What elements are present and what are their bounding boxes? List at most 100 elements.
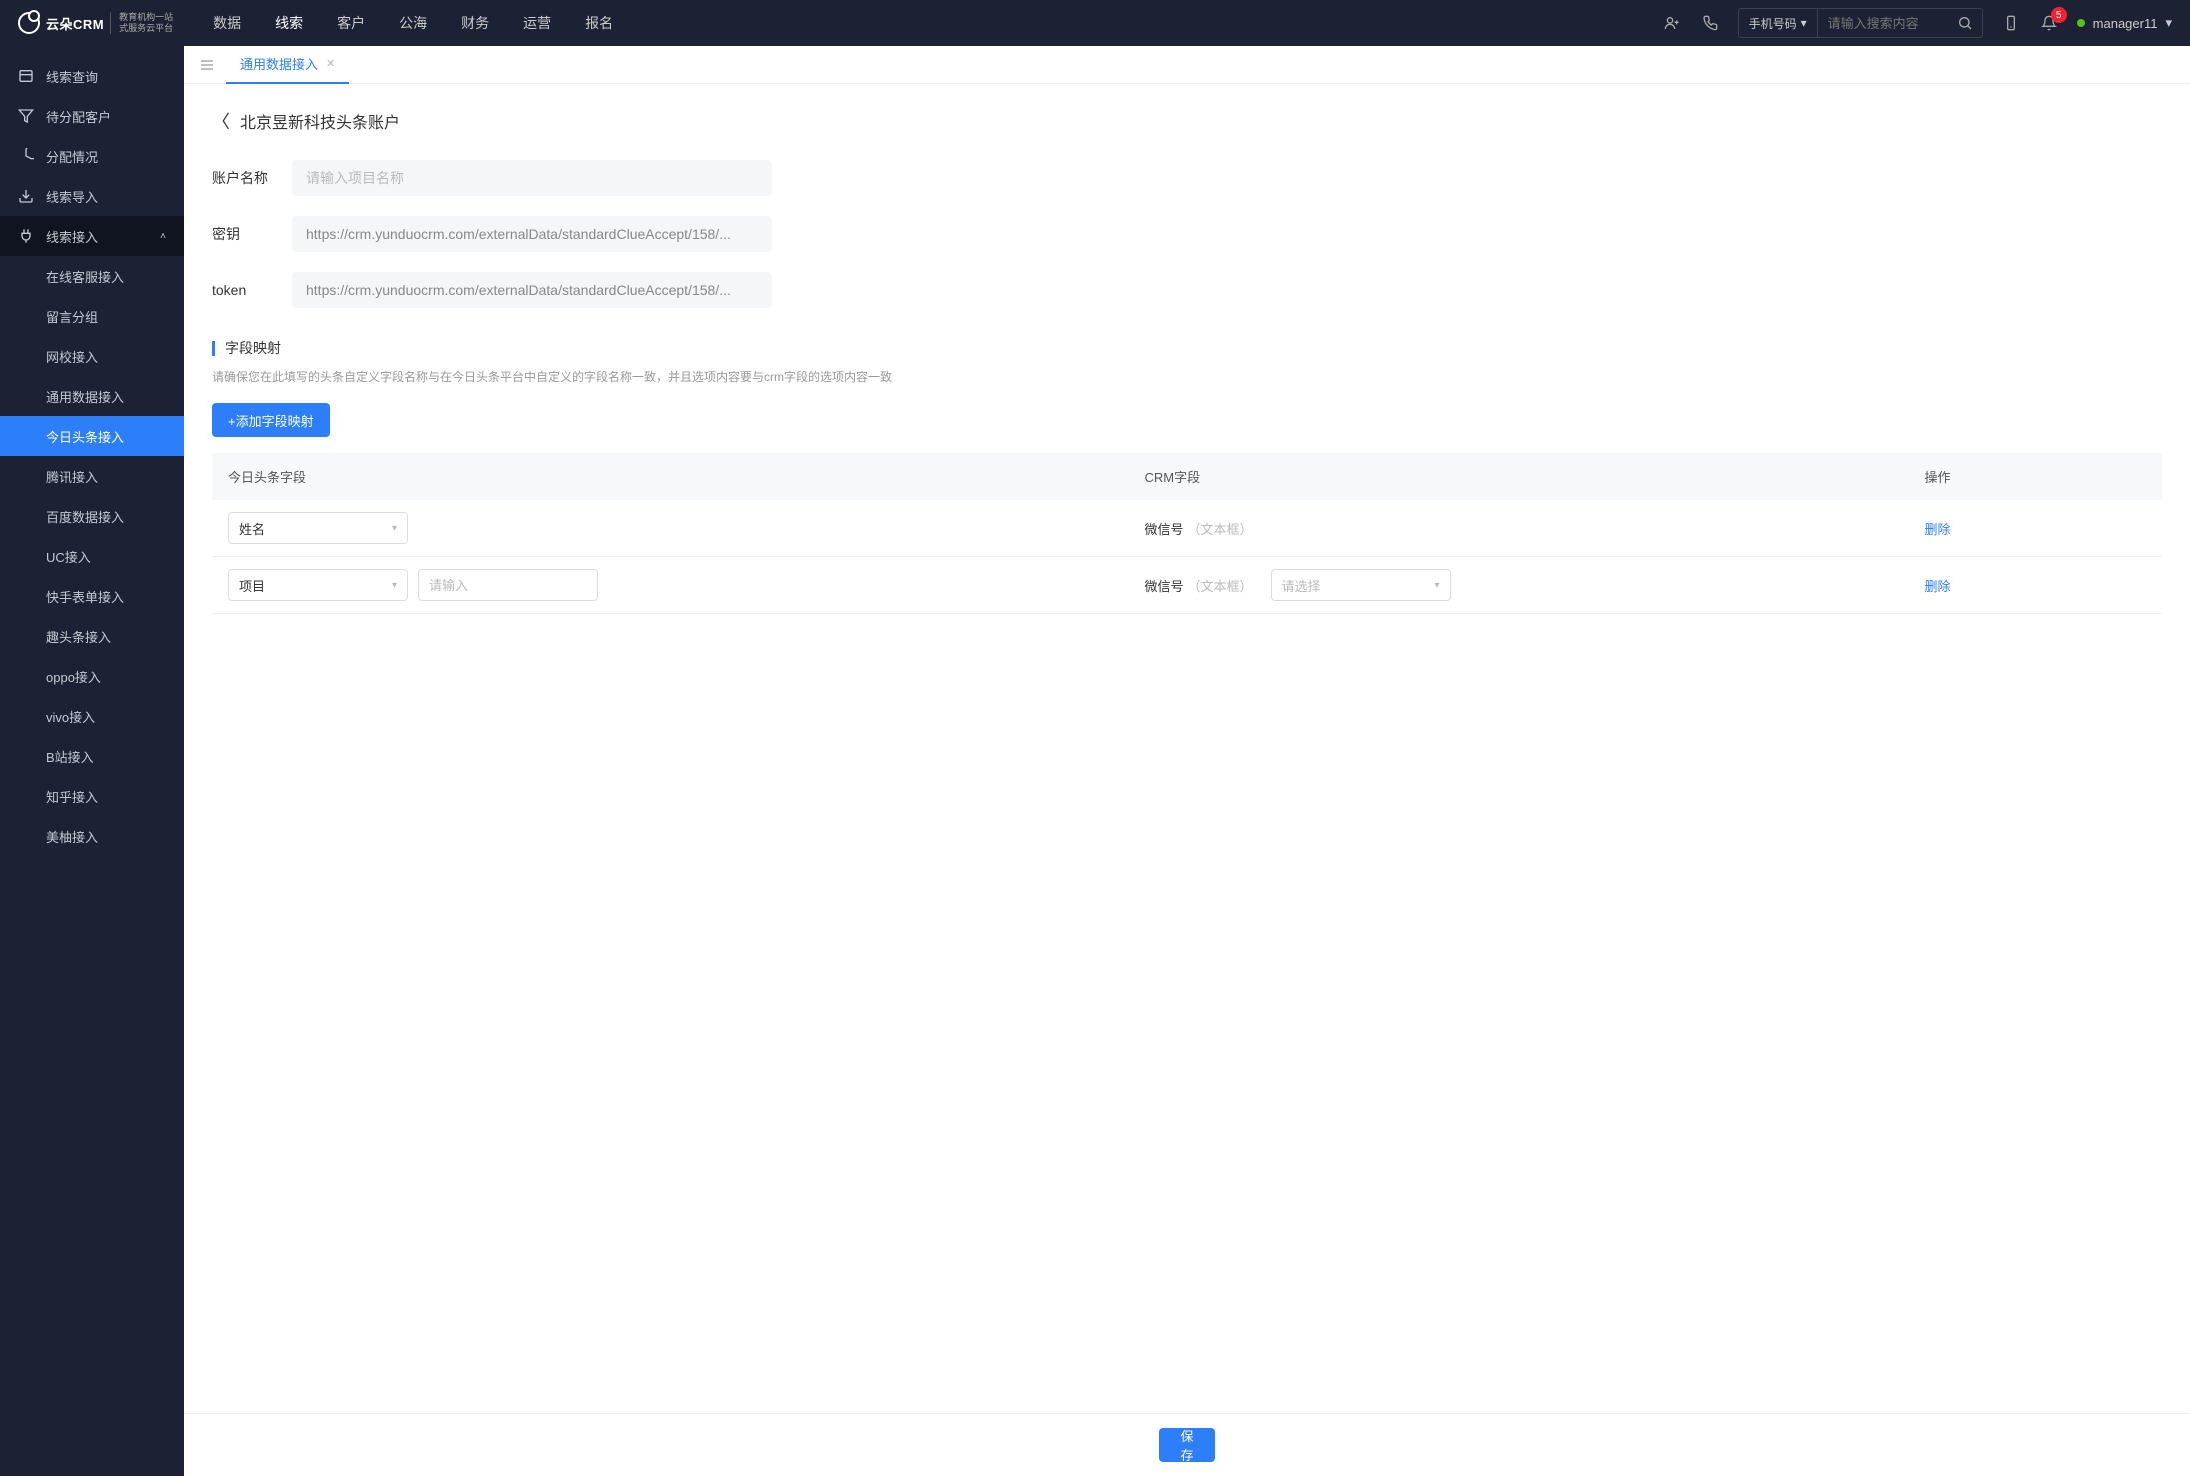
crm-field-type: （文本框） xyxy=(1188,519,1253,538)
sidebar-subitem[interactable]: 趣头条接入 xyxy=(0,616,184,656)
sidebar-item[interactable]: 线索查询 xyxy=(0,56,184,96)
search-input[interactable] xyxy=(1818,16,1948,31)
sidebar-subitem[interactable]: 今日头条接入 xyxy=(0,416,184,456)
topnav-item[interactable]: 客户 xyxy=(337,13,365,33)
search-type-label: 手机号码 xyxy=(1749,15,1797,32)
label-token: token xyxy=(212,282,292,298)
chevron-down-icon: ▾ xyxy=(392,580,397,591)
logo-icon xyxy=(18,12,40,34)
section-title-text: 字段映射 xyxy=(225,338,281,358)
bell-icon[interactable]: 5 xyxy=(2039,13,2059,33)
sidebar-subitem[interactable]: 知乎接入 xyxy=(0,776,184,816)
user-menu[interactable]: manager11 ▾ xyxy=(2077,15,2172,31)
sidebar-item[interactable]: 分配情况 xyxy=(0,136,184,176)
chevron-down-icon: ▾ xyxy=(1801,16,1807,30)
sidebar-subitem[interactable]: 网校接入 xyxy=(0,336,184,376)
sidebar-subitem[interactable]: B站接入 xyxy=(0,736,184,776)
tab-general-data[interactable]: 通用数据接入 ✕ xyxy=(226,46,349,84)
sidebar-subitem[interactable]: vivo接入 xyxy=(0,696,184,736)
footer: 保存 xyxy=(184,1413,2190,1476)
mobile-icon[interactable] xyxy=(2001,13,2021,33)
chevron-down-icon: ▾ xyxy=(1435,580,1440,591)
delete-link[interactable]: 删除 xyxy=(1925,522,1951,537)
notif-badge: 5 xyxy=(2051,7,2067,23)
logo: 云朵CRM 教育机构一站 式服务云平台 xyxy=(18,12,173,34)
sidebar-subitem[interactable]: 腾讯接入 xyxy=(0,456,184,496)
label-secret: 密钥 xyxy=(212,224,292,244)
toutiao-field-select[interactable]: 项目 ▾ xyxy=(228,569,408,601)
app-header: 云朵CRM 教育机构一站 式服务云平台 数据 线索 客户 公海 财务 运营 报名 手机号码 … xyxy=(0,0,2190,46)
tab-label: 通用数据接入 xyxy=(240,54,318,73)
top-nav: 数据 线索 客户 公海 财务 运营 报名 xyxy=(213,13,613,33)
logo-subtitle: 教育机构一站 式服务云平台 xyxy=(110,12,173,34)
pie-icon xyxy=(18,148,34,164)
topnav-item[interactable]: 线索 xyxy=(275,13,303,33)
chevron-up-icon: ˄ xyxy=(160,231,166,242)
username: manager11 xyxy=(2093,16,2158,31)
sidebar-subitem[interactable]: 美柚接入 xyxy=(0,816,184,856)
sidebar-item[interactable]: 待分配客户 xyxy=(0,96,184,136)
main-area: 通用数据接入 ✕ 〈 北京昱新科技头条账户 账户名称 密钥 xyxy=(184,46,2190,1476)
delete-link[interactable]: 删除 xyxy=(1925,579,1951,594)
input-token[interactable] xyxy=(292,272,772,308)
sidebar-item[interactable]: 线索接入 ˄ xyxy=(0,216,184,256)
status-dot xyxy=(2077,19,2085,27)
topnav-item[interactable]: 财务 xyxy=(461,13,489,33)
add-field-mapping-button[interactable]: +添加字段映射 xyxy=(212,403,330,437)
crm-field-name: 微信号 xyxy=(1145,519,1184,538)
sidebar-item-label: 线索接入 xyxy=(46,227,98,246)
sidebar-subitem[interactable]: 通用数据接入 xyxy=(0,376,184,416)
sidebar-item[interactable]: 线索导入 xyxy=(0,176,184,216)
table-row: 姓名 ▾ 微信号 （文本框） 删 xyxy=(212,500,2162,557)
input-account-name[interactable] xyxy=(292,160,772,196)
sidebar-subitem[interactable]: 在线客服接入 xyxy=(0,256,184,296)
logo-text: 云朵CRM xyxy=(46,14,104,33)
topnav-item[interactable]: 数据 xyxy=(213,13,241,33)
toutiao-extra-input[interactable] xyxy=(418,569,598,601)
back-button[interactable]: 〈 xyxy=(212,108,230,134)
select-placeholder: 请选择 xyxy=(1282,576,1321,595)
sidebar-subitem[interactable]: oppo接入 xyxy=(0,656,184,696)
table-row: 项目 ▾ 微信号 xyxy=(212,557,2162,614)
col-action: 操作 xyxy=(1909,453,2163,500)
tab-menu-icon[interactable] xyxy=(196,54,218,76)
section-desc: 请确保您在此填写的头条自定义字段名称与在今日头条平台中自定义的字段名称一致，并且… xyxy=(212,368,2162,385)
crm-field-select[interactable]: 请选择 ▾ xyxy=(1271,569,1451,601)
chevron-down-icon: ▾ xyxy=(2165,15,2172,31)
select-value: 项目 xyxy=(239,576,265,595)
toutiao-field-select[interactable]: 姓名 ▾ xyxy=(228,512,408,544)
select-value: 姓名 xyxy=(239,519,265,538)
sidebar-item-label: 线索查询 xyxy=(46,67,98,86)
col-crm-field: CRM字段 xyxy=(1129,453,1909,500)
topnav-item[interactable]: 运营 xyxy=(523,13,551,33)
sidebar-item-label: 分配情况 xyxy=(46,147,98,166)
plug-icon xyxy=(18,228,34,244)
search-type-select[interactable]: 手机号码 ▾ xyxy=(1739,9,1818,37)
crm-field-name: 微信号 xyxy=(1145,576,1184,595)
topnav-item[interactable]: 公海 xyxy=(399,13,427,33)
close-icon[interactable]: ✕ xyxy=(326,57,335,70)
sidebar-subitem[interactable]: 留言分组 xyxy=(0,296,184,336)
input-secret[interactable] xyxy=(292,216,772,252)
user-add-icon[interactable] xyxy=(1662,13,1682,33)
topnav-item[interactable]: 报名 xyxy=(585,13,613,33)
import-icon xyxy=(18,188,34,204)
sidebar-item-label: 线索导入 xyxy=(46,187,98,206)
col-toutiao-field: 今日头条字段 xyxy=(212,453,1129,500)
content: 〈 北京昱新科技头条账户 账户名称 密钥 token 字段映 xyxy=(184,84,2190,1413)
filter-icon xyxy=(18,108,34,124)
sidebar-subitem[interactable]: 快手表单接入 xyxy=(0,576,184,616)
page-title: 北京昱新科技头条账户 xyxy=(240,109,400,133)
search-button[interactable] xyxy=(1948,9,1982,37)
sidebar: 线索查询待分配客户分配情况线索导入线索接入 ˄ 在线客服接入留言分组网校接入通用数据… xyxy=(0,46,184,1476)
tab-bar: 通用数据接入 ✕ xyxy=(184,46,2190,84)
search-box: 手机号码 ▾ xyxy=(1738,8,1983,38)
chevron-down-icon: ▾ xyxy=(392,523,397,534)
sidebar-subitem[interactable]: UC接入 xyxy=(0,536,184,576)
sidebar-item-label: 待分配客户 xyxy=(46,107,111,126)
sidebar-subitem[interactable]: 百度数据接入 xyxy=(0,496,184,536)
save-button[interactable]: 保存 xyxy=(1159,1428,1215,1462)
label-account-name: 账户名称 xyxy=(212,168,292,188)
phone-icon[interactable] xyxy=(1700,13,1720,33)
mapping-table: 今日头条字段 CRM字段 操作 姓名 ▾ xyxy=(212,453,2162,614)
